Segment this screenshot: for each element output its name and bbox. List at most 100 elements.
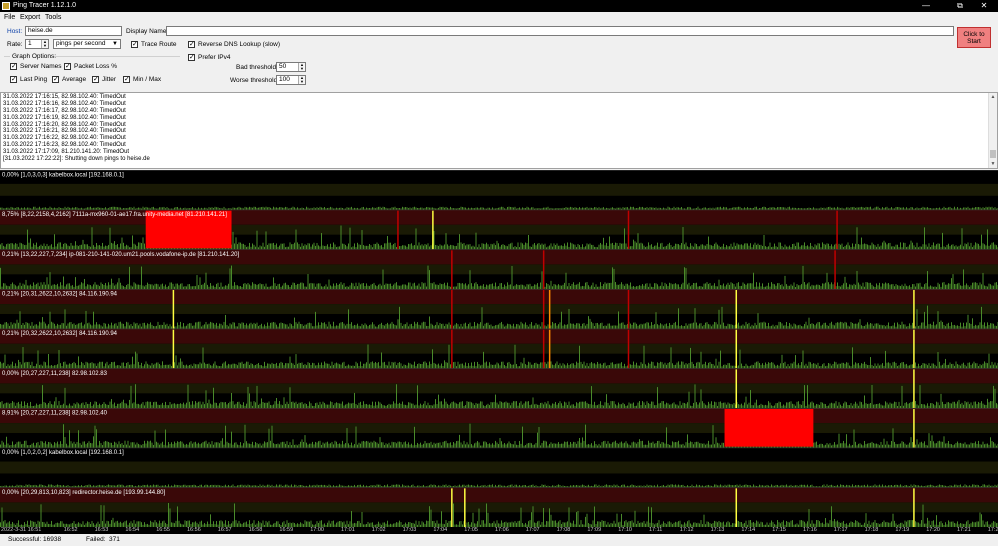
ping-bar <box>298 208 300 210</box>
trace-route-checkbox[interactable]: Trace Route <box>131 40 177 49</box>
display-name-input[interactable] <box>166 26 954 36</box>
ping-bar <box>792 363 793 369</box>
menu-tools[interactable]: Tools <box>45 14 61 21</box>
ping-bar <box>775 365 777 369</box>
ping-bar <box>855 362 856 369</box>
reverse-dns-checkbox[interactable]: Reverse DNS Lookup (slow) <box>188 40 280 49</box>
ping-bar <box>81 361 82 369</box>
ping-bar <box>565 245 567 250</box>
ping-bar <box>961 443 963 448</box>
ping-bar <box>22 443 24 448</box>
close-button[interactable]: ✕ <box>970 0 998 12</box>
ping-bar <box>282 285 283 289</box>
ping-bar <box>235 364 237 369</box>
rate-unit-select[interactable]: pings per second ▼ <box>53 39 121 49</box>
ping-bar <box>325 245 327 250</box>
ping-bar <box>465 207 466 210</box>
ping-bar <box>790 401 792 408</box>
ping-bar <box>268 428 270 448</box>
ping-bar <box>81 322 82 329</box>
ping-bar <box>738 206 739 210</box>
ping-bar <box>258 362 259 369</box>
ping-bar <box>286 363 288 369</box>
spinner-arrows-icon[interactable]: ▲ ▼ <box>41 40 48 48</box>
ping-bar <box>135 323 136 329</box>
ping-bar <box>4 283 6 289</box>
ping-bar <box>816 245 817 250</box>
scroll-up-icon[interactable]: ▲ <box>989 93 997 101</box>
menu-file[interactable]: File <box>4 14 15 21</box>
ping-bar <box>541 362 543 369</box>
ping-bar <box>121 443 123 448</box>
average-checkbox[interactable]: Average <box>52 75 86 84</box>
ping-bar <box>370 324 372 329</box>
log-textbox[interactable]: 31.03.2022 17:16:15, 82.98.102.40: Timed… <box>0 92 998 169</box>
ping-bar <box>529 404 531 408</box>
ping-bar <box>874 363 876 369</box>
server-names-checkbox[interactable]: Server Names <box>10 62 62 71</box>
ping-bar <box>798 242 799 250</box>
rate-stepper[interactable]: 1 ▲ ▼ <box>25 39 49 49</box>
display-name-label: Display Name: <box>126 28 169 35</box>
ping-bar <box>924 441 925 448</box>
ping-bar <box>640 362 642 369</box>
ping-bar <box>570 364 571 369</box>
ping-bar <box>108 484 109 488</box>
ping-bar <box>25 208 27 210</box>
ping-bar <box>271 425 273 448</box>
ping-bar <box>987 398 988 408</box>
ping-bar <box>591 285 592 289</box>
ping-bar <box>418 324 420 329</box>
ping-bar <box>970 323 972 329</box>
ping-bar <box>807 365 808 369</box>
ping-bar <box>856 403 858 408</box>
ping-bar <box>541 443 543 448</box>
ping-bar <box>406 207 408 210</box>
ping-bar <box>153 285 154 289</box>
ping-bar <box>48 403 49 408</box>
worse-threshold-stepper[interactable]: 100 ▲ ▼ <box>276 75 306 85</box>
jitter-checkbox[interactable]: Jitter <box>92 75 116 84</box>
scroll-down-icon[interactable]: ▼ <box>989 160 997 168</box>
spinner-arrows-icon[interactable]: ▲ ▼ <box>298 76 305 84</box>
ping-bar <box>769 207 771 210</box>
ping-bar <box>16 207 18 210</box>
ping-bar <box>208 442 210 448</box>
ping-bar <box>9 485 10 488</box>
ping-bar <box>265 283 267 289</box>
ping-bar <box>351 442 352 448</box>
ping-bar <box>186 286 187 289</box>
scroll-thumb[interactable] <box>990 150 996 158</box>
prefer-ipv4-checkbox[interactable]: Prefer IPv4 <box>188 53 231 62</box>
menu-export[interactable]: Export <box>20 14 40 21</box>
ping-bar <box>39 484 40 488</box>
ping-bar <box>126 444 127 448</box>
spinner-arrows-icon[interactable]: ▲ ▼ <box>298 63 305 71</box>
ping-bar <box>373 243 375 250</box>
ping-bar <box>891 326 892 329</box>
ping-bar <box>940 208 942 210</box>
ping-bar <box>873 244 874 250</box>
bad-threshold-stepper[interactable]: 50 ▲ ▼ <box>276 62 306 72</box>
min-max-checkbox[interactable]: Min / Max <box>123 75 161 84</box>
ping-bar <box>993 385 994 408</box>
ping-bar <box>832 403 834 408</box>
ping-bar <box>628 444 630 448</box>
ping-bar <box>666 208 667 210</box>
ping-bar <box>436 208 438 210</box>
ping-bar <box>567 242 568 250</box>
log-scrollbar[interactable]: ▲ ▼ <box>988 93 997 168</box>
start-button[interactable]: Click to Start <box>957 27 991 48</box>
minimize-button[interactable]: — <box>912 0 940 12</box>
last-ping-checkbox[interactable]: Last Ping <box>10 75 47 84</box>
host-input[interactable]: heise.de <box>25 26 122 36</box>
ping-bar <box>847 445 849 448</box>
spike-mark <box>735 329 738 369</box>
ping-bar <box>852 207 853 210</box>
ping-bar <box>916 309 918 329</box>
ping-bar <box>562 443 564 448</box>
ping-bar <box>349 227 351 250</box>
packet-loss-checkbox[interactable]: Packet Loss % <box>64 62 117 71</box>
ping-bar <box>723 243 724 250</box>
ping-bar <box>352 208 354 210</box>
